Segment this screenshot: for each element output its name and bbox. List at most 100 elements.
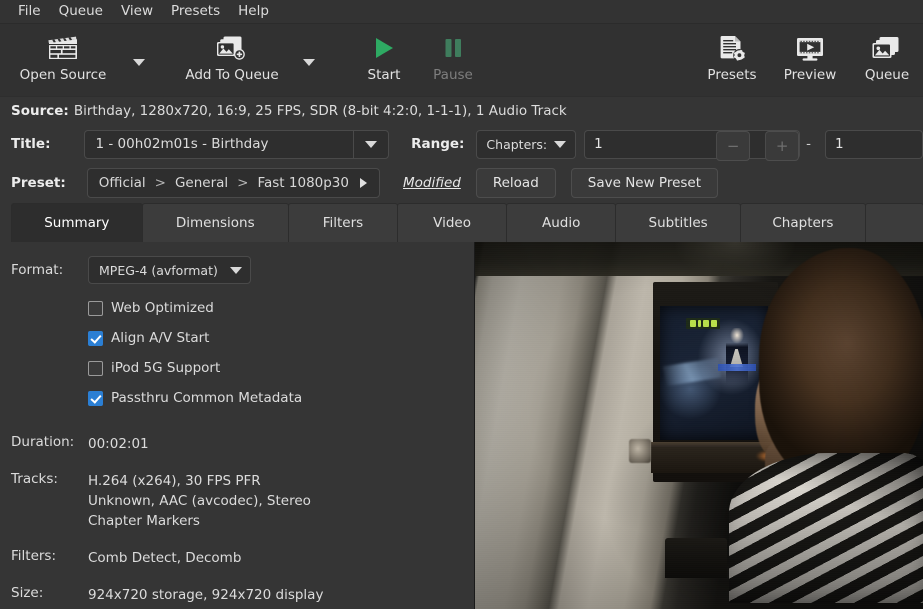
pause-button[interactable]: Pause [420,24,486,96]
checkbox-web-optimized[interactable] [88,300,103,316]
document-gear-icon [716,31,748,64]
preset-label: Preset: [11,175,66,191]
duration-value: 00:02:01 [88,436,149,452]
chapter-start-spinner[interactable]: 1 − + [584,129,801,161]
chevron-down-icon [133,58,145,66]
preview-tv-timecode [686,318,720,329]
add-to-queue-button[interactable]: Add To Queue [168,24,296,96]
tab-audio[interactable]: Audio [506,203,617,242]
preset-separator: > [237,175,249,191]
tab-subtitles[interactable]: Subtitles [615,203,741,242]
preset-modified-link[interactable]: Modified [403,175,461,191]
image-stack-icon [870,31,904,64]
summary-info: Duration: 00:02:01 Tracks: H.264 (x264),… [11,434,474,609]
reload-button[interactable]: Reload [475,168,556,198]
filters-label: Filters: [11,548,57,564]
preview-label: Preview [783,67,837,83]
range-label: Range: [411,136,465,152]
checkbox-row-align-av-start[interactable]: Align A/V Start [88,323,474,353]
tracks-value: H.264 (x264), 30 FPS PFR Unknown, AAC (a… [88,471,311,531]
chevron-right-icon [360,178,367,188]
info-row-size: Size: 924x720 storage, 924x720 display 1… [11,585,474,609]
chapter-end-spinner[interactable]: 1 [825,129,923,159]
preset-select[interactable]: Official > General > Fast 1080p30 [86,168,380,198]
tracks-label: Tracks: [11,471,58,487]
tab-overflow[interactable] [864,203,923,242]
size-value: 924x720 storage, 924x720 display 1:1 Pix… [88,585,323,609]
chapter-start-value[interactable]: 1 [585,136,701,152]
checkbox-row-passthru-common-metadata[interactable]: Passthru Common Metadata [88,383,474,413]
save-new-preset-button[interactable]: Save New Preset [570,168,719,198]
format-select[interactable]: MPEG-4 (avformat) [88,256,251,284]
tab-video[interactable]: Video [397,203,508,242]
preset-segment-fast-1080p30: Fast 1080p30 [257,175,349,191]
format-select-value: MPEG-4 (avformat) [99,262,218,278]
preset-segment-general: General [174,175,229,191]
start-button[interactable]: Start [354,24,414,96]
preview-tv-streak [662,357,722,387]
tab-chapters[interactable]: Chapters [740,203,866,242]
format-row: Format: MPEG-4 (avformat) [11,256,474,284]
preset-row: Preset: Official > General > Fast 1080p3… [0,163,923,203]
tracks-line-audio: Unknown, AAC (avcodec), Stereo [88,493,311,509]
play-icon [370,31,398,64]
checkbox-label-ipod-5g-support: iPod 5G Support [111,360,221,376]
preview-door-knob [629,439,651,463]
open-source-dropdown-button[interactable] [126,24,152,96]
size-label: Size: [11,585,44,601]
tab-filters[interactable]: Filters [287,203,399,242]
start-label: Start [367,67,401,83]
queue-label: Queue [864,67,910,83]
open-source-button[interactable]: Open Source [0,24,126,96]
chapter-end-value[interactable]: 1 [826,136,922,152]
range-select[interactable]: Chapters: [476,129,577,159]
preset-segment-official: Official [98,175,146,191]
format-label: Format: [11,262,64,278]
preview-image [474,242,923,609]
info-row-tracks: Tracks: H.264 (x264), 30 FPS PFR Unknown… [11,471,474,531]
checkbox-row-ipod-5g-support[interactable]: iPod 5G Support [88,353,474,383]
add-to-queue-label: Add To Queue [185,67,279,83]
tab-summary[interactable]: Summary [11,203,143,242]
menu-queue[interactable]: Queue [50,1,112,22]
open-source-label: Open Source [19,67,107,83]
checkbox-label-passthru-common-metadata: Passthru Common Metadata [111,390,303,406]
preview-woman-striped-top [729,453,923,603]
handbrake-window: File Queue View Presets Help Open Source… [0,0,923,609]
add-to-queue-dropdown-button[interactable] [296,24,322,96]
monitor-play-icon [793,31,827,64]
menu-help[interactable]: Help [229,1,278,22]
range-separator: - [806,136,811,152]
checkbox-align-av-start[interactable] [88,330,103,346]
source-row: Source: Birthday, 1280x720, 16:9, 25 FPS… [0,97,923,125]
add-image-stack-icon [215,31,249,64]
checkbox-row-web-optimized[interactable]: Web Optimized [88,293,474,323]
chevron-down-icon [554,140,567,148]
presets-button[interactable]: Presets [695,24,769,96]
chevron-down-icon [222,266,250,274]
preview-button[interactable]: Preview [769,24,851,96]
toolbar: Open Source Add To Queue Start Pause Pre… [0,24,923,97]
preset-separator: > [154,175,166,191]
chevron-down-icon [303,58,315,66]
chevron-down-icon [354,140,388,148]
checkbox-label-align-av-start: Align A/V Start [111,330,210,346]
checkbox-ipod-5g-support[interactable] [88,360,103,376]
preview-furniture [665,538,727,578]
pause-icon [439,31,467,64]
menu-presets[interactable]: Presets [162,1,229,22]
presets-label: Presets [707,67,757,83]
queue-button[interactable]: Queue [851,24,923,96]
menu-view[interactable]: View [112,1,162,22]
title-select[interactable]: 1 - 00h02m01s - Birthday [84,129,390,159]
menu-file[interactable]: File [9,1,50,22]
chapter-start-decrement-button[interactable]: − [716,130,751,161]
chapter-start-increment-button[interactable]: + [765,130,800,161]
checkbox-passthru-common-metadata[interactable] [88,390,103,406]
tab-bar: Summary Dimensions Filters Video Audio S… [0,203,923,242]
title-row: Title: 1 - 00h02m01s - Birthday Range: C… [0,125,923,163]
pause-label: Pause [433,67,473,83]
info-row-duration: Duration: 00:02:01 [11,434,474,454]
tab-dimensions[interactable]: Dimensions [141,203,289,242]
title-label: Title: [11,136,51,152]
